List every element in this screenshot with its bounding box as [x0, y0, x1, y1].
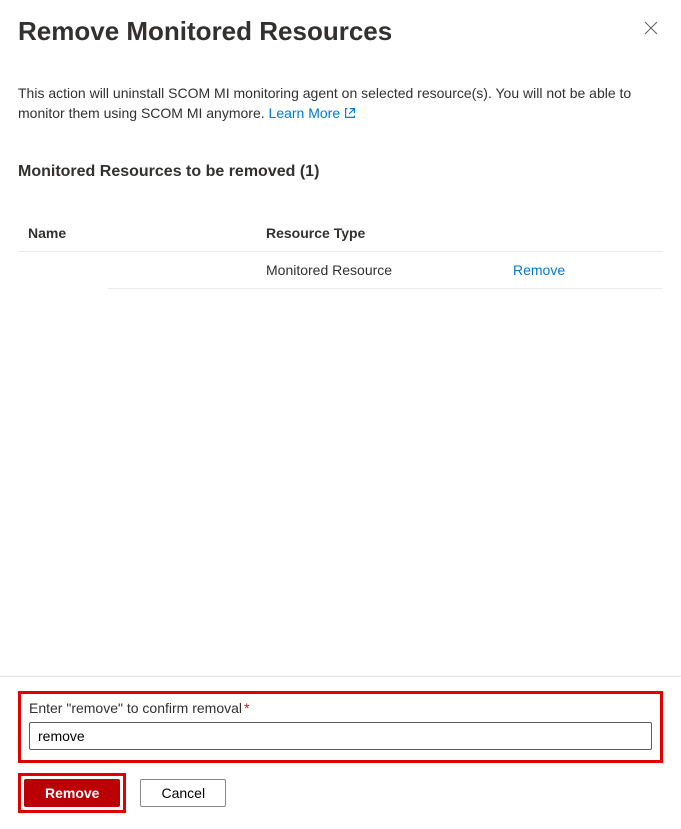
footer-divider	[0, 676, 681, 677]
external-link-icon	[343, 105, 357, 125]
cell-action: Remove	[513, 262, 653, 278]
remove-button-highlight: Remove	[18, 773, 126, 813]
remove-resources-panel: Remove Monitored Resources This action w…	[0, 0, 681, 829]
learn-more-label: Learn More	[269, 105, 341, 121]
required-indicator: *	[244, 700, 249, 716]
cell-type: Monitored Resource	[266, 262, 513, 278]
confirm-input[interactable]	[29, 722, 652, 750]
confirm-label: Enter "remove" to confirm removal*	[29, 700, 652, 716]
cancel-button[interactable]: Cancel	[140, 779, 226, 807]
table-header-row: Name Resource Type	[18, 215, 663, 252]
table-row: Monitored Resource Remove	[108, 252, 663, 289]
resources-table: Name Resource Type Monitored Resource Re…	[18, 215, 663, 289]
column-type: Resource Type	[266, 225, 653, 241]
column-name: Name	[28, 225, 266, 241]
remove-row-link[interactable]: Remove	[513, 262, 565, 278]
remove-button[interactable]: Remove	[24, 779, 120, 807]
confirm-label-text: Enter "remove" to confirm removal	[29, 700, 242, 716]
section-heading: Monitored Resources to be removed (1)	[18, 163, 663, 181]
close-icon[interactable]	[639, 16, 663, 40]
panel-title: Remove Monitored Resources	[18, 16, 392, 47]
learn-more-link[interactable]: Learn More	[269, 105, 358, 121]
footer-buttons: Remove Cancel	[18, 773, 663, 813]
confirm-block: Enter "remove" to confirm removal*	[18, 691, 663, 763]
panel-header: Remove Monitored Resources	[18, 16, 663, 47]
description-text: This action will uninstall SCOM MI monit…	[18, 83, 663, 125]
